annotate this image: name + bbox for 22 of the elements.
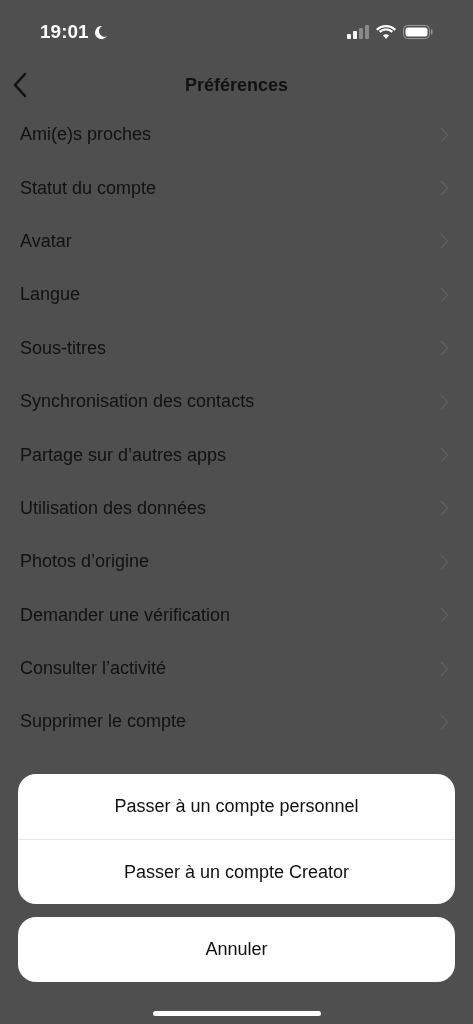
settings-row[interactable]: Langue	[0, 268, 473, 322]
nav-title: Préférences	[184, 73, 289, 97]
settings-row[interactable]: Supprimer le compte	[0, 695, 473, 749]
sheet-action[interactable]: Passer à un compte personnel	[18, 774, 455, 839]
moon-icon	[92, 24, 108, 40]
status-time: 19:01	[40, 19, 89, 44]
settings-row[interactable]: Statut du compte	[0, 161, 473, 215]
cancel-button[interactable]: Annuler	[18, 917, 455, 982]
settings-row[interactable]: Sous-titres	[0, 321, 473, 375]
battery-icon	[403, 25, 433, 39]
settings-row[interactable]: Synchronisation des contacts	[0, 374, 473, 429]
back-icon	[12, 72, 28, 98]
wifi-icon	[376, 25, 396, 39]
settings-row[interactable]: Photos d’origine	[0, 535, 473, 589]
settings-row[interactable]: Consulter l’activité	[0, 641, 473, 696]
settings-row[interactable]: Ami(e)s proches	[0, 108, 473, 162]
signal-icon	[347, 25, 369, 39]
settings-row[interactable]: Avatar	[0, 214, 473, 269]
settings-row[interactable]: Partage sur d’autres apps	[0, 428, 473, 482]
settings-row[interactable]: Utilisation des données	[0, 481, 473, 536]
sheet-action[interactable]: Passer à un compte Creator	[18, 839, 455, 904]
settings-row[interactable]: Demander une vérification	[0, 588, 473, 642]
